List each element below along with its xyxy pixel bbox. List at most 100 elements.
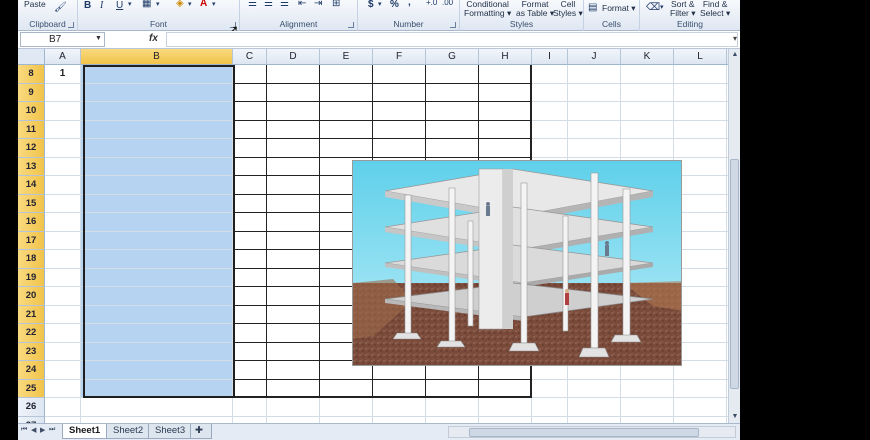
cell-a19[interactable] [45,268,81,287]
cell-j9[interactable] [568,83,621,102]
cell-a21[interactable] [45,305,81,324]
horizontal-scroll-thumb[interactable] [469,428,699,437]
row-header-23[interactable]: 23 [18,342,45,361]
font-color-dropdown-icon[interactable]: ▾ [212,0,216,8]
alignment-launcher[interactable] [348,22,354,28]
cell-j26[interactable] [568,398,621,417]
row-header-20[interactable]: 20 [18,287,45,306]
cell-d26[interactable] [267,398,320,417]
column-header-e[interactable]: E [320,49,373,65]
cell-b12[interactable] [81,139,233,158]
column-header-k[interactable]: K [621,49,674,65]
cell-b19[interactable] [81,268,233,287]
name-box[interactable]: B7 [20,32,105,47]
cell-k10[interactable] [621,102,674,121]
cell-f9[interactable] [373,83,426,102]
row-header-8[interactable]: 8 [18,65,45,84]
cell-g25[interactable] [426,379,479,398]
decrease-indent-icon[interactable]: ⇤ [298,0,306,9]
cell-styles-button[interactable]: Cell Styles ▾ [553,0,583,18]
percent-button[interactable]: % [390,0,399,10]
cell-b24[interactable] [81,361,233,380]
cell-a9[interactable] [45,83,81,102]
cell-e11[interactable] [320,120,373,139]
row-header-13[interactable]: 13 [18,157,45,176]
cell-d8[interactable] [267,65,320,84]
cell-d17[interactable] [267,231,320,250]
format-painter-icon[interactable]: 🖌 [54,2,67,13]
cell-k9[interactable] [621,83,674,102]
cell-i8[interactable] [532,65,568,84]
cell-i26[interactable] [532,398,568,417]
sheet-tab-2[interactable]: Sheet2 [106,424,151,439]
cell-f8[interactable] [373,65,426,84]
cell-a11[interactable] [45,120,81,139]
cell-c13[interactable] [233,157,267,176]
cell-c17[interactable] [233,231,267,250]
cell-c8[interactable] [233,65,267,84]
row-header-26[interactable]: 26 [18,398,45,417]
cell-f12[interactable] [373,139,426,158]
cell-a22[interactable] [45,324,81,343]
cell-e25[interactable] [320,379,373,398]
cell-d21[interactable] [267,305,320,324]
cell-b13[interactable] [81,157,233,176]
cell-c26[interactable] [233,398,267,417]
align-center-icon[interactable]: ☰ [264,0,273,9]
cell-k26[interactable] [621,398,674,417]
cell-f25[interactable] [373,379,426,398]
row-header-9[interactable]: 9 [18,83,45,102]
last-sheet-icon[interactable]: ⏭ [49,426,55,434]
column-header-a[interactable]: A [45,49,81,65]
column-header-l[interactable]: L [674,49,727,65]
cell-i10[interactable] [532,102,568,121]
cell-h8[interactable] [479,65,532,84]
cell-b15[interactable] [81,194,233,213]
cell-j11[interactable] [568,120,621,139]
cell-i11[interactable] [532,120,568,139]
format-as-table-button[interactable]: Format as Table ▾ [516,0,554,18]
row-header-16[interactable]: 16 [18,213,45,232]
column-header-h[interactable]: H [479,49,532,65]
cell-f26[interactable] [373,398,426,417]
row-header-21[interactable]: 21 [18,305,45,324]
row-header-15[interactable]: 15 [18,194,45,213]
row-header-14[interactable]: 14 [18,176,45,195]
cell-l12[interactable] [674,139,727,158]
scroll-up-icon[interactable]: ▲ [730,50,740,60]
cell-l11[interactable] [674,120,727,139]
cell-k11[interactable] [621,120,674,139]
scroll-down-icon[interactable]: ▼ [730,412,740,422]
cell-f10[interactable] [373,102,426,121]
cell-c25[interactable] [233,379,267,398]
next-sheet-icon[interactable]: ▶ [40,426,45,434]
cell-c9[interactable] [233,83,267,102]
cell-a24[interactable] [45,361,81,380]
italic-button[interactable]: I [100,0,103,11]
underline-button[interactable]: U [116,0,123,11]
cell-j8[interactable] [568,65,621,84]
cell-j10[interactable] [568,102,621,121]
cell-a25[interactable] [45,379,81,398]
align-right-icon[interactable]: ☰ [280,0,289,9]
column-header-g[interactable]: G [426,49,479,65]
cell-a12[interactable] [45,139,81,158]
borders-dropdown-icon[interactable]: ▾ [156,0,160,8]
formula-input[interactable] [166,32,738,47]
row-header-19[interactable]: 19 [18,268,45,287]
clipboard-launcher[interactable] [68,22,74,28]
cell-a20[interactable] [45,287,81,306]
cell-e8[interactable] [320,65,373,84]
row-header-12[interactable]: 12 [18,139,45,158]
cell-b26[interactable] [81,398,233,417]
fill-color-dropdown-icon[interactable]: ▾ [188,0,192,8]
cell-k8[interactable] [621,65,674,84]
cell-e12[interactable] [320,139,373,158]
horizontal-scrollbar[interactable] [448,426,736,438]
cell-l25[interactable] [674,379,727,398]
cell-d12[interactable] [267,139,320,158]
cell-c22[interactable] [233,324,267,343]
column-header-f[interactable]: F [373,49,426,65]
row-header-25[interactable]: 25 [18,379,45,398]
select-all-corner[interactable] [18,49,45,65]
